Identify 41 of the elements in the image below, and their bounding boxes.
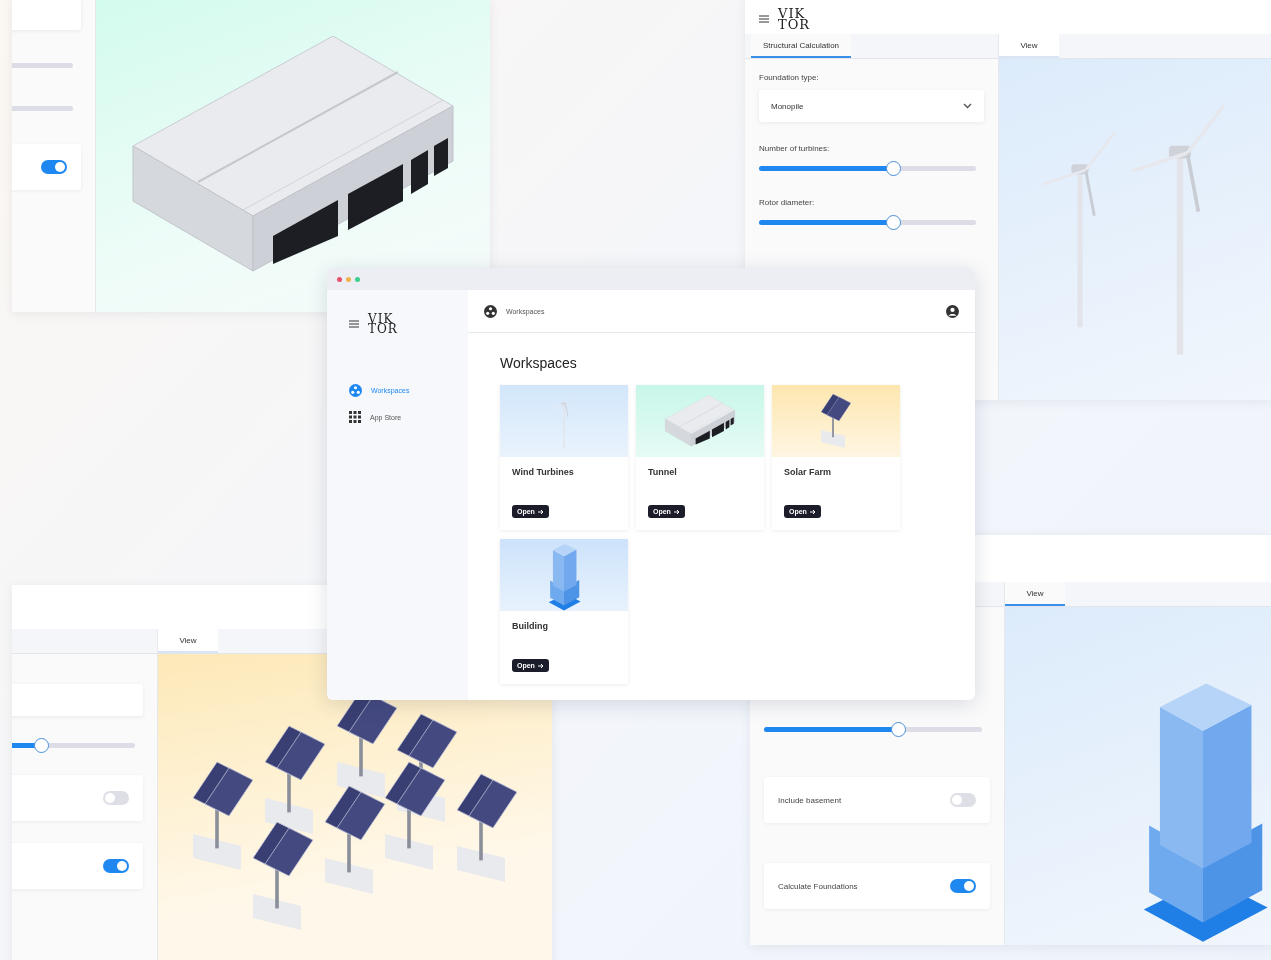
workspace-icon (349, 384, 362, 398)
logo: VIK TOR (368, 314, 398, 335)
field-label: Foundation type: (759, 73, 820, 82)
user-icon[interactable] (946, 304, 959, 318)
field-label: Rotor diameter: (759, 198, 816, 207)
toggle-switch[interactable] (41, 160, 67, 174)
solar-panels-drawing (821, 394, 851, 448)
slider-thumb[interactable] (885, 161, 901, 176)
card-title: Wind Turbines (511, 466, 575, 479)
tab[interactable]: View (158, 629, 218, 653)
chevron-down-icon (963, 103, 972, 109)
dropdown[interactable]: Monopile (759, 90, 984, 122)
toggle-label: Include basement (778, 795, 842, 805)
slider-thumb[interactable] (885, 215, 901, 230)
card-title: Tunnel (647, 466, 678, 479)
field-label: Number of turbines: (759, 144, 831, 153)
toggle-switch[interactable] (103, 859, 129, 873)
slider-track[interactable] (759, 161, 976, 176)
tab[interactable]: Structural Calculation (751, 34, 852, 58)
toggle-switch[interactable] (950, 793, 976, 807)
toggle-switch[interactable] (103, 791, 129, 805)
card-title: Solar Farm (783, 466, 833, 479)
slider-thumb[interactable] (891, 722, 907, 737)
toggle-label: Calculate Foundations (778, 881, 858, 891)
arrow-right-icon (537, 662, 544, 669)
arrow-right-icon (537, 508, 544, 515)
logo: VIK TOR (778, 7, 811, 30)
card-title: Building (511, 620, 549, 633)
slider-track[interactable] (759, 215, 976, 230)
grid-icon (349, 411, 361, 424)
slider-track[interactable] (764, 722, 982, 737)
arrow-right-icon (809, 508, 816, 515)
toggle-switch[interactable] (950, 879, 976, 893)
menu-icon[interactable] (759, 14, 769, 23)
page-heading: Workspaces (500, 355, 578, 371)
tab[interactable]: View (1005, 582, 1065, 606)
tab[interactable]: View (999, 34, 1059, 58)
slider-thumb[interactable] (34, 738, 50, 753)
workspace-icon (484, 304, 497, 318)
arrow-right-icon (673, 508, 680, 515)
menu-icon[interactable] (349, 320, 359, 329)
